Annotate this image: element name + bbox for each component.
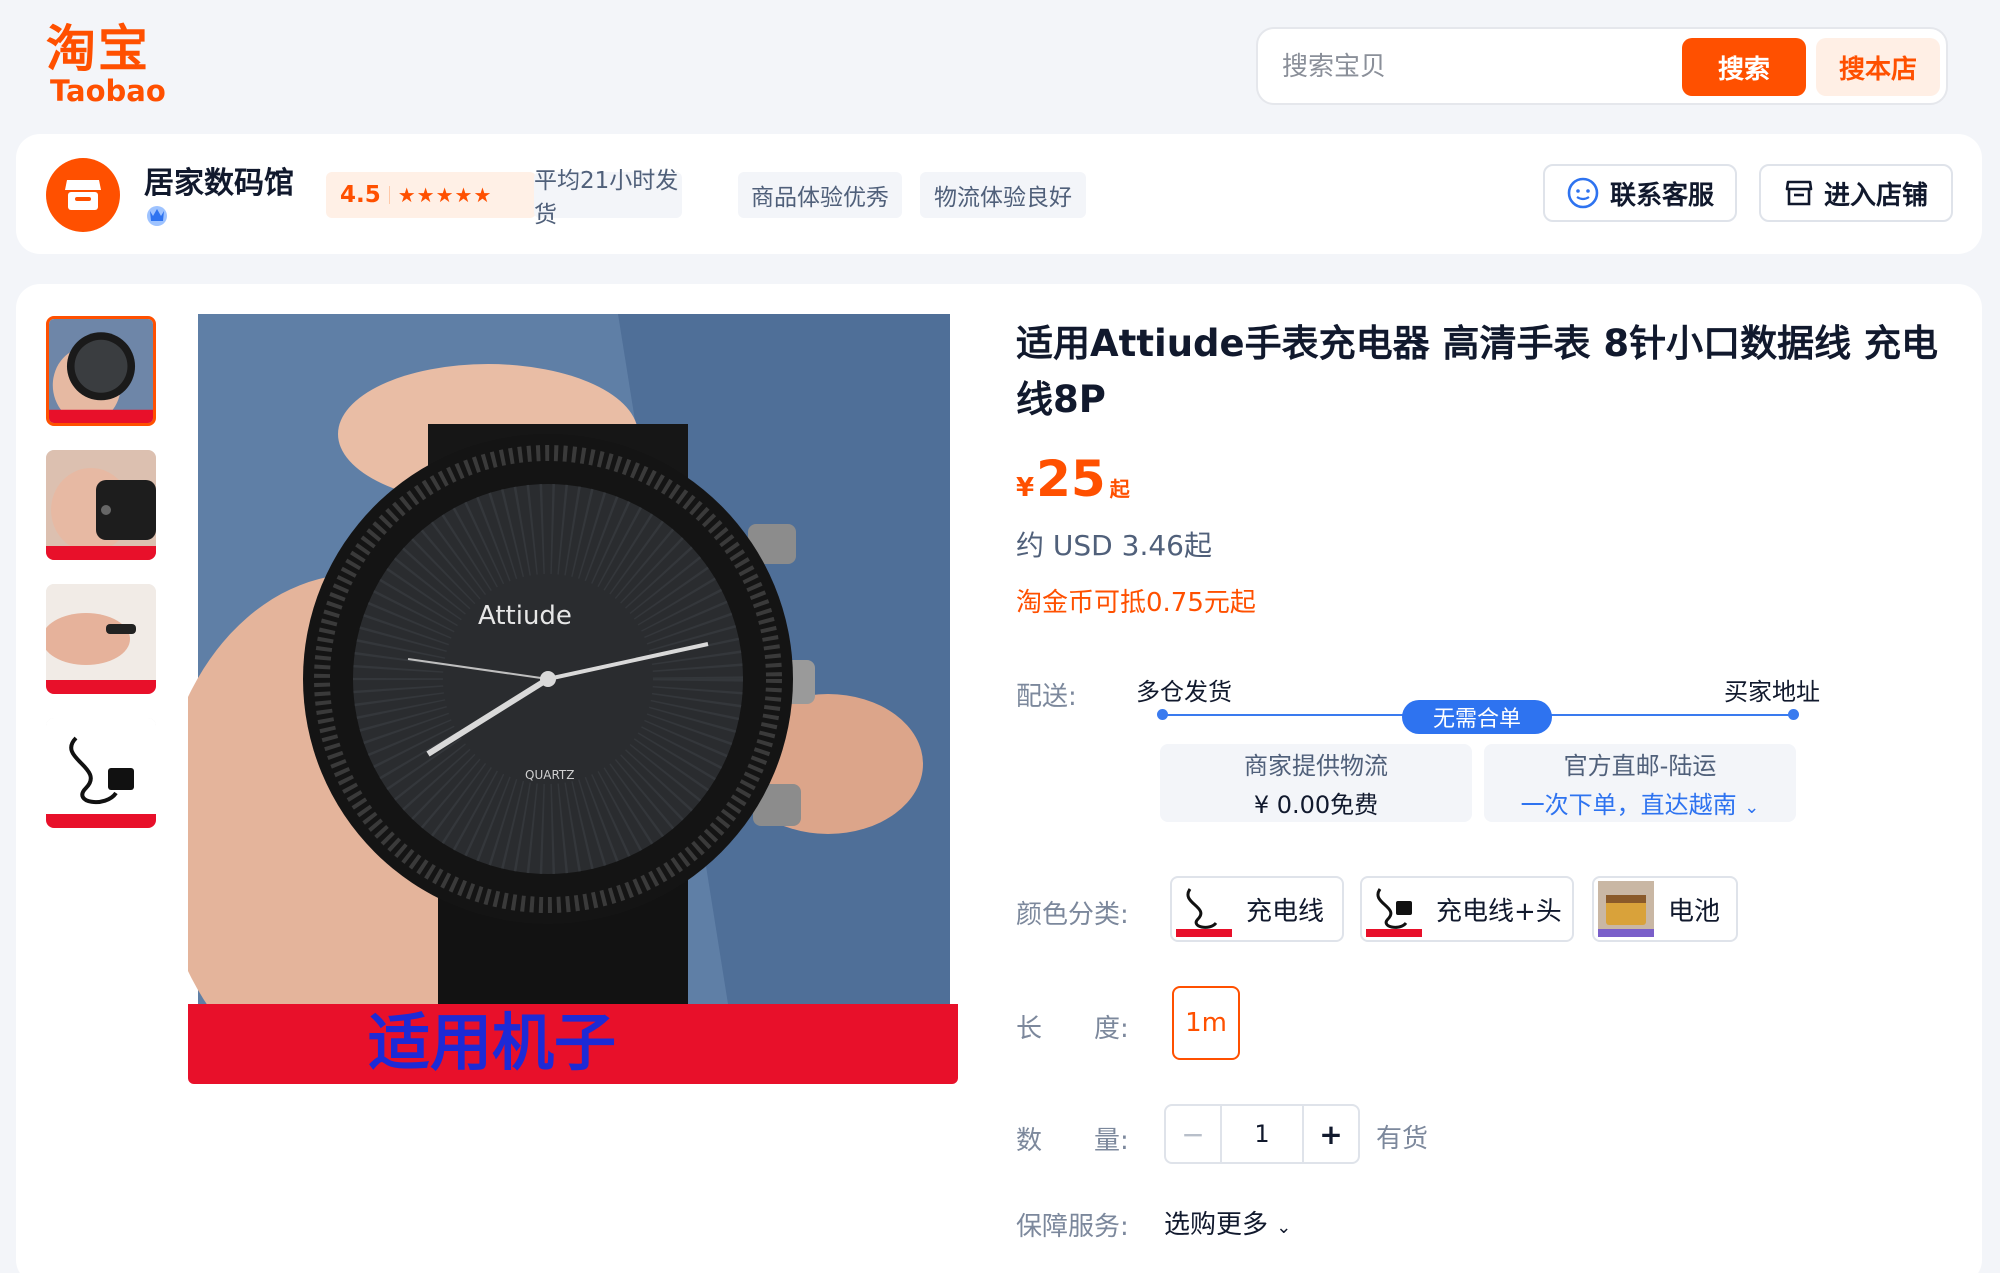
- shop-bar: 居家数码馆 4.5 ★★★★★ 平均21小时发货 商品体验优秀 物流体验良好 联…: [16, 134, 1982, 254]
- price-currency: ¥: [1016, 473, 1035, 503]
- shop-tag-product-experience: 商品体验优秀: [738, 172, 902, 218]
- watch-side-thumbnail-image: [46, 450, 156, 560]
- enter-store-button[interactable]: 进入店铺: [1759, 164, 1953, 222]
- merchant-logistics-fee: ¥ 0.00免费: [1253, 791, 1379, 819]
- direct-mail-destination: 一次下单，直达越南 ⌄: [1521, 785, 1760, 820]
- hand-plug-thumbnail-image: [46, 584, 156, 694]
- official-direct-mail-option[interactable]: 官方直邮-陆运 一次下单，直达越南 ⌄: [1484, 744, 1796, 822]
- merchant-logistics-title: 商家提供物流: [1244, 752, 1388, 780]
- thumbnail-3[interactable]: [46, 584, 156, 694]
- shop-avatar[interactable]: [46, 158, 120, 232]
- logo-chinese-text: 淘宝: [46, 20, 150, 78]
- shop-tag-logistics-experience: 物流体验良好: [920, 172, 1086, 218]
- main-product-image[interactable]: Attiude QUARTZ 适用机子: [188, 314, 958, 1084]
- route-end-dot: [1788, 709, 1799, 720]
- shop-name[interactable]: 居家数码馆: [144, 158, 294, 202]
- contact-service-button[interactable]: 联系客服: [1543, 164, 1737, 222]
- color-option-cable-label: 充电线: [1246, 896, 1325, 927]
- price-value: 25: [1036, 450, 1106, 508]
- length-label: 长 度:: [1016, 1014, 1129, 1044]
- stock-status: 有货: [1376, 1124, 1429, 1154]
- shop-rating: 4.5 ★★★★★: [326, 172, 536, 218]
- quantity-label: 数 量:: [1016, 1126, 1129, 1156]
- cable-thumbnail-image: [46, 718, 156, 828]
- no-consolidation-pill: 无需合单: [1402, 700, 1552, 734]
- watch-brand-text: Attiude: [478, 601, 572, 631]
- search-bar: 搜索 搜本店: [1256, 27, 1948, 105]
- rating-divider: [388, 186, 390, 204]
- color-option-battery-label: 电池: [1668, 896, 1721, 927]
- battery-option-image: [1598, 881, 1654, 937]
- chevron-down-icon: ⌄: [1744, 797, 1760, 818]
- guarantee-more-dropdown[interactable]: 选购更多 ⌄: [1164, 1204, 1291, 1241]
- route-start-dot: [1157, 709, 1168, 720]
- color-option-cable-adapter-label: 充电线+头: [1436, 896, 1562, 927]
- color-option-cable[interactable]: 充电线: [1170, 876, 1344, 942]
- watch-quartz-text: QUARTZ: [525, 768, 574, 782]
- ship-to[interactable]: 买家地址: [1724, 672, 1820, 707]
- direct-mail-destination-text: 一次下单，直达越南: [1520, 791, 1737, 819]
- logo-english-text: Taobao: [50, 74, 166, 108]
- enter-store-label: 进入店铺: [1823, 180, 1928, 211]
- length-option-1m[interactable]: 1m: [1172, 986, 1240, 1060]
- quantity-stepper: − +: [1164, 1104, 1360, 1164]
- usd-price: 约 USD 3.46起: [1016, 529, 1212, 562]
- rating-value: 4.5: [340, 182, 381, 208]
- ship-from: 多仓发货: [1136, 678, 1232, 706]
- cable-adapter-option-image: [1366, 881, 1422, 937]
- merchant-logistics-option[interactable]: 商家提供物流 ¥ 0.00免费: [1160, 744, 1472, 822]
- search-input[interactable]: [1282, 49, 1672, 85]
- quantity-increase-button[interactable]: +: [1302, 1106, 1358, 1162]
- price-suffix: 起: [1109, 477, 1130, 501]
- product-main-card: Attiude QUARTZ 适用机子 适用Attiude手表充电器 高清手表 …: [16, 284, 1982, 1273]
- image-banner-text: 适用机子: [368, 1006, 616, 1079]
- thumbnail-2[interactable]: [46, 450, 156, 560]
- quantity-input[interactable]: [1222, 1106, 1302, 1162]
- guarantee-more-label: 选购更多: [1164, 1210, 1269, 1240]
- product-title: 适用Attiude手表充电器 高清手表 8针小口数据线 充电线8P: [1016, 322, 1938, 421]
- chevron-down-icon: ⌄: [1276, 1217, 1292, 1238]
- taojinbi-discount[interactable]: 淘金币可抵0.75元起: [1016, 582, 1256, 619]
- quantity-decrease-button[interactable]: −: [1166, 1106, 1222, 1162]
- thumbnail-1[interactable]: [46, 316, 156, 426]
- taobao-logo[interactable]: 淘宝 Taobao: [46, 22, 176, 106]
- cable-option-image: [1176, 881, 1232, 937]
- chat-bubble-icon: [1567, 177, 1599, 209]
- delivery-label: 配送:: [1016, 682, 1077, 712]
- store-icon: [1785, 180, 1813, 206]
- storefront-icon: [65, 180, 101, 210]
- color-option-battery[interactable]: 电池: [1592, 876, 1738, 942]
- product-price: ¥ 25 起: [1016, 450, 1130, 508]
- shop-tag-shipping: 平均21小时发货: [534, 168, 682, 228]
- search-store-button[interactable]: 搜本店: [1816, 38, 1940, 96]
- color-label: 颜色分类:: [1016, 900, 1129, 930]
- contact-service-label: 联系客服: [1609, 180, 1714, 211]
- direct-mail-title: 官方直邮-陆运: [1563, 752, 1717, 780]
- rating-stars-icon: ★★★★★: [397, 183, 493, 207]
- crown-badge-icon: [147, 206, 167, 226]
- color-option-cable-adapter[interactable]: 充电线+头: [1360, 876, 1574, 942]
- watch-thumbnail-image: [49, 319, 153, 423]
- guarantee-label: 保障服务:: [1016, 1212, 1129, 1242]
- thumbnail-4[interactable]: [46, 718, 156, 828]
- search-button[interactable]: 搜索: [1682, 38, 1806, 96]
